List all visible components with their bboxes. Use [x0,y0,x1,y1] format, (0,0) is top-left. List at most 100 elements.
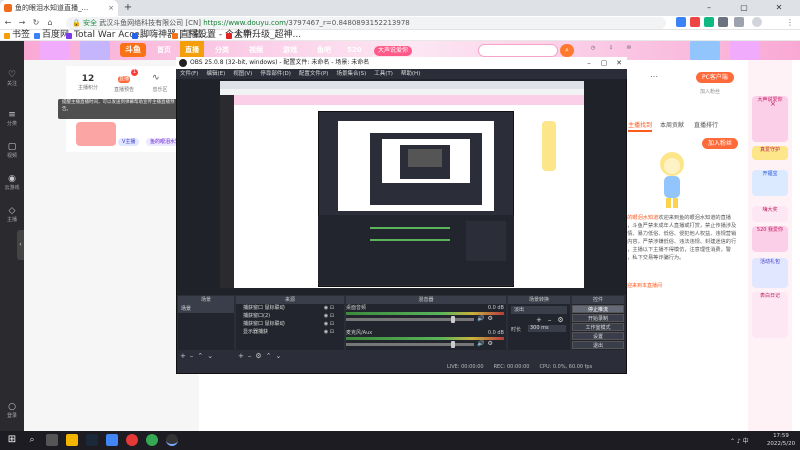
menu-docks[interactable]: 停靠部件(D) [256,69,295,79]
gear-icon[interactable]: ⚙ [487,340,492,347]
scene-item[interactable]: 场景 [178,304,234,313]
gear-icon[interactable]: ⚙ [255,351,261,361]
sidebar-item-login[interactable]: ○ 登录 [0,402,24,419]
slider-knob[interactable] [451,341,456,348]
sidebar-item-follow[interactable]: ♡ 关注 [0,70,24,87]
speaker-icon[interactable]: 🔊 [477,340,484,347]
ad-banner[interactable]: 520 我爱你 [752,226,788,252]
obs-maximize-button[interactable]: ▢ [597,57,611,69]
pc-client-button[interactable]: PC客户端 [696,72,734,83]
start-recording-button[interactable]: 开始录制 [572,314,624,322]
tab-ranking[interactable]: 直播排行 [694,120,718,132]
stat-music[interactable]: 音乐区 [146,86,174,93]
add-icon[interactable]: + [238,351,244,361]
promo-tag[interactable]: 大声说爱你 [374,46,413,56]
menu-file[interactable]: 文件(F) [176,69,202,79]
close-window-button[interactable]: ✕ [770,0,788,16]
source-item[interactable]: 捕获窗口 鼠标联动 ◉ ⊡ [237,305,337,312]
sidebar-item-cloud-game[interactable]: ◉ 云游戏 [0,174,24,191]
search-icon[interactable]: ⌕ [560,44,574,57]
tab-close-icon[interactable]: × [108,4,114,12]
bookmark-item[interactable]: 百度网 [34,30,69,41]
duration-input[interactable]: 300 ms [528,325,566,332]
eye-icon[interactable]: ◉ ⊡ [324,313,334,320]
profile-avatar[interactable] [752,17,762,27]
extension-icon[interactable] [676,17,686,27]
stat-points[interactable]: 12 主播积分 [74,74,102,91]
add-icon[interactable]: + [180,351,186,361]
move-up-icon[interactable]: ⌃ [197,351,203,361]
source-item[interactable]: 捕获窗口(2) ◉ ⊡ [237,313,337,320]
menu-tools[interactable]: 工具(T) [370,69,397,79]
chrome-icon[interactable] [146,434,158,446]
ad-banner[interactable]: 活动礼包 [752,258,788,288]
menu-edit[interactable]: 编辑(E) [202,69,229,79]
remove-icon[interactable]: – [248,351,252,361]
gear-icon[interactable]: ⚙ [487,315,492,322]
site-search-input[interactable] [478,44,558,57]
back-icon[interactable]: ← [2,16,14,30]
bookmark-item[interactable]: 书签 [4,30,30,41]
extension-icon[interactable] [734,17,744,27]
home-icon[interactable]: ⌂ [44,16,56,30]
nav-home[interactable]: 首页 [152,41,176,60]
obs-preview-canvas[interactable] [220,81,584,288]
sidebar-item-category[interactable]: ≡ 分类 [0,110,24,127]
studio-mode-button[interactable]: 工作室模式 [572,323,624,331]
menu-help[interactable]: 帮助(H) [397,69,424,79]
stat-preview[interactable]: 直播预告 [110,86,138,93]
bookmark-item[interactable]: 全新升级_超神... [226,30,301,41]
new-tab-button[interactable]: + [122,2,134,14]
app-icon[interactable] [106,434,118,446]
system-clock[interactable]: 17:59 2022/5/20 [764,432,798,448]
douyu-logo[interactable]: 斗鱼 [120,43,146,57]
eye-icon[interactable]: ◉ ⊡ [324,329,334,336]
join-fans-label[interactable]: 加入粉丝 [700,88,720,95]
tray-icons[interactable]: ⌃ ♪ 中 [730,436,749,445]
eye-icon[interactable]: ◉ ⊡ [324,321,334,328]
windows-start-icon[interactable]: ⊞ [6,434,18,446]
ad-banner[interactable]: 真爱守护 [752,146,788,160]
slider-knob[interactable] [451,316,456,323]
settings-button[interactable]: 设置 [572,332,624,340]
steam-icon[interactable] [86,434,98,446]
close-ad-icon[interactable]: × [770,100,776,108]
minimize-button[interactable]: – [700,0,718,16]
history-icon[interactable]: ◷ [586,45,600,51]
menu-profile[interactable]: 配置文件(P) [295,69,333,79]
browser-tab[interactable]: 鱼的眼泪水知道直播_... × [0,0,118,16]
add-icon[interactable]: + [536,316,542,324]
speaker-icon[interactable]: 🔊 [477,315,484,322]
file-explorer-icon[interactable] [66,434,78,446]
browser-menu-icon[interactable]: ⋮ [784,16,796,30]
volume-slider[interactable] [346,316,474,323]
move-down-icon[interactable]: ⌄ [276,351,282,361]
extension-icon[interactable] [704,17,714,27]
avatar[interactable] [76,122,116,146]
move-down-icon[interactable]: ⌄ [207,351,213,361]
eye-icon[interactable]: ◉ ⊡ [324,305,334,312]
source-item[interactable]: 显示器捕获 ◉ ⊡ [237,329,337,336]
move-up-icon[interactable]: ⌃ [266,351,272,361]
tab-weekly[interactable]: 本周贡献 [660,120,684,132]
remove-icon[interactable]: – [190,351,194,361]
task-view-icon[interactable] [46,434,58,446]
ad-banner[interactable]: 开福宝 [752,170,788,196]
app-icon[interactable] [126,434,138,446]
volume-slider[interactable] [346,341,474,348]
transition-select[interactable]: 淡出 [511,306,567,314]
more-icon[interactable]: ⋯ [650,72,658,81]
url-input[interactable]: 🔒 安全 武汉斗鱼网络科技有限公司 [CN] https://www.douyu… [66,17,666,29]
obs-close-button[interactable]: ✕ [612,57,626,69]
forward-icon[interactable]: → [16,16,28,30]
extension-icon[interactable] [718,17,728,27]
scenes-list[interactable]: 场景 [178,304,234,350]
menu-scene-collection[interactable]: 场景集合(S) [332,69,370,79]
stop-streaming-button[interactable]: 停止推流 [572,305,624,313]
extension-icon[interactable] [690,17,700,27]
download-icon[interactable]: ⇩ [604,45,618,51]
source-item[interactable]: 捕获窗口 鼠标联动 ◉ ⊡ [237,321,337,328]
search-icon[interactable]: ⌕ [26,434,38,446]
sidebar-item-video[interactable]: ▢ 视频 [0,142,24,159]
ad-banner[interactable]: 表白日记 [752,292,788,338]
